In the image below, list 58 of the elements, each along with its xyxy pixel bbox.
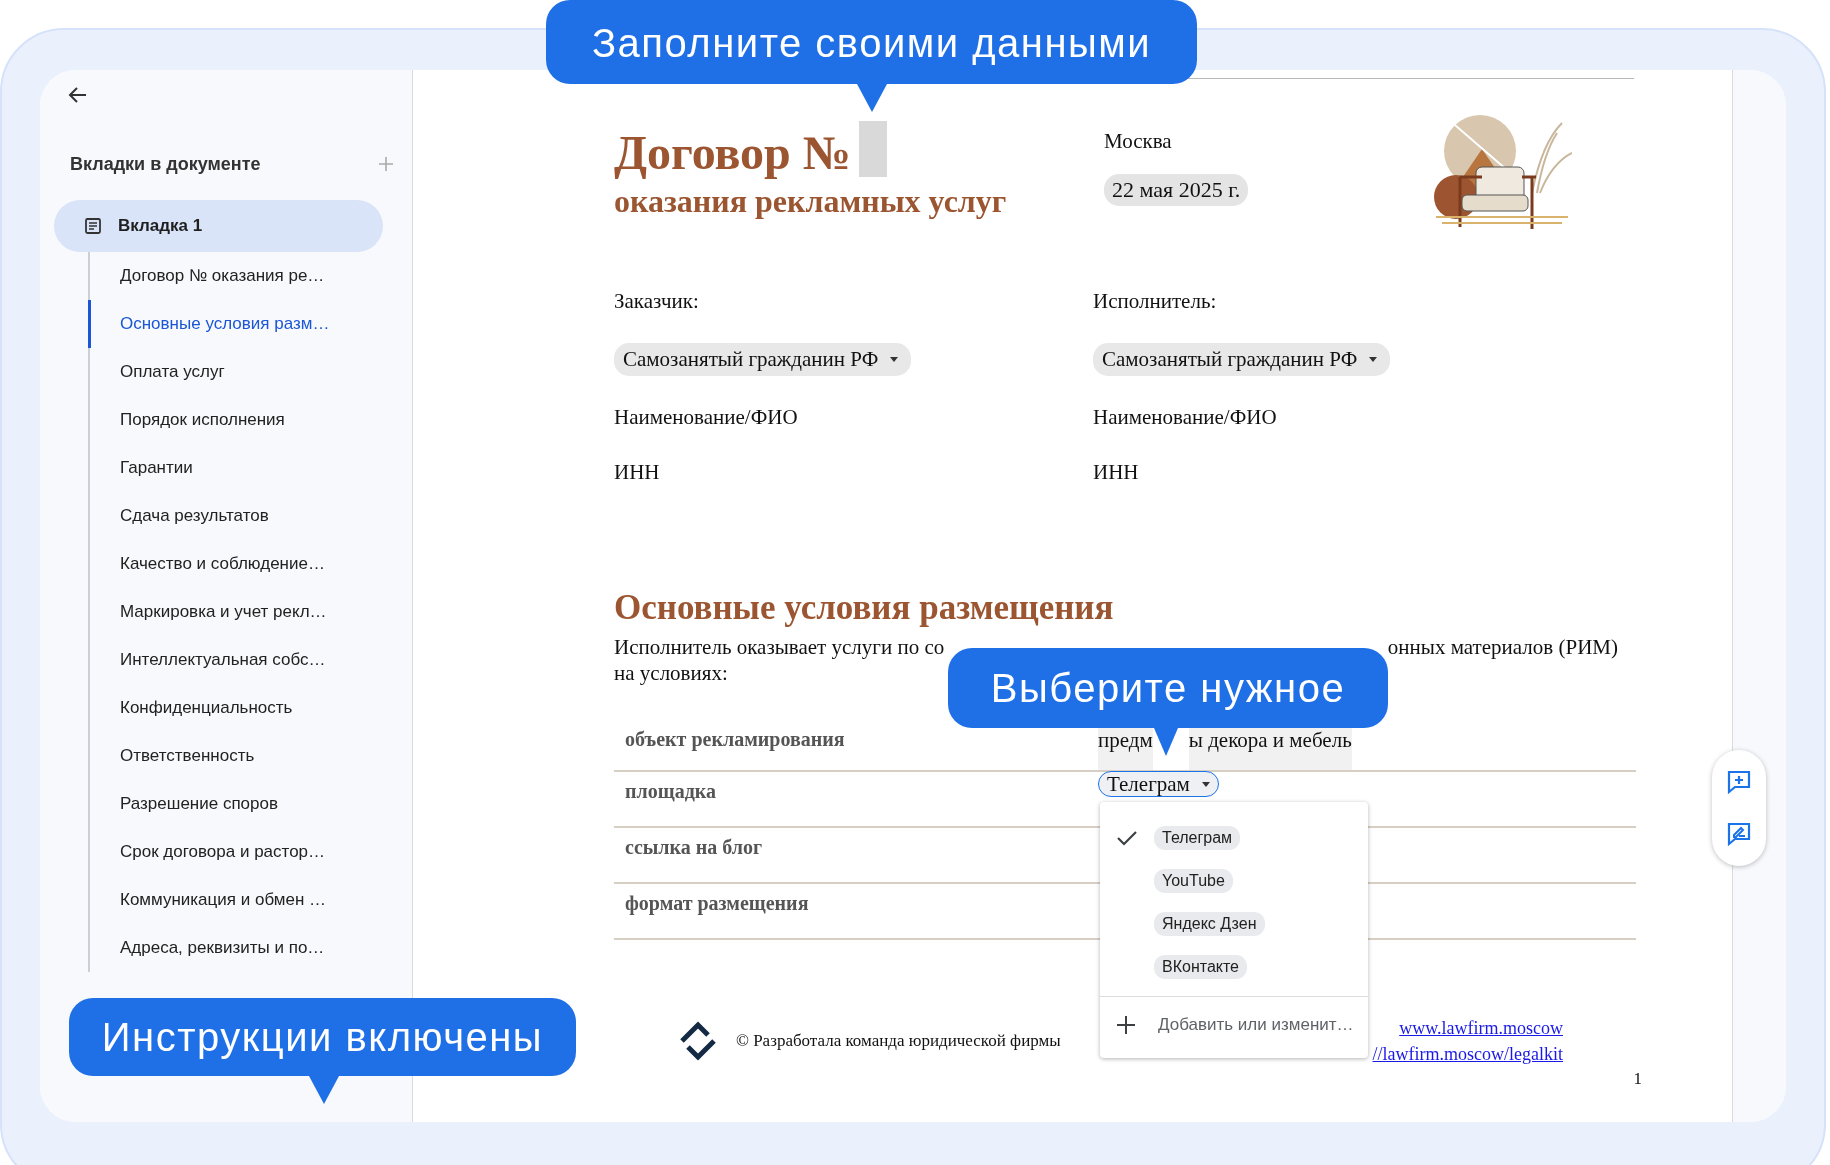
inn-label: ИНН [614, 459, 661, 485]
credit-text: © Разработала команда юридической фирмы [736, 1031, 1061, 1051]
outline-item[interactable]: Адреса, реквизиты и по… [88, 924, 412, 972]
term-label: объект рекламирования [624, 728, 846, 753]
party-role: Исполнитель: [1093, 288, 1218, 314]
menu-option[interactable]: Телеграм [1154, 825, 1241, 850]
platform-dropdown[interactable]: Телеграм [1098, 771, 1219, 797]
outline-item[interactable]: Ответственность [88, 732, 412, 780]
outline-item[interactable]: Разрешение споров [88, 780, 412, 828]
term-label: ссылка на блог [624, 836, 764, 860]
document-tab[interactable]: Вкладка 1 [54, 200, 383, 252]
menu-option[interactable]: Яндекс Дзен [1154, 911, 1265, 936]
add-comment-icon[interactable] [1725, 768, 1753, 796]
term-value: ы декора и мебель [1188, 728, 1352, 770]
section-heading: Основные условия размещения [614, 587, 1115, 629]
outline-item[interactable]: Срок договора и растор… [88, 828, 412, 876]
caret-icon [890, 357, 899, 362]
term-label: формат размещения [624, 892, 810, 917]
city: Москва [1104, 129, 1173, 154]
name-label: Наименование/ФИО [1093, 404, 1278, 430]
edit-icon[interactable] [1725, 820, 1753, 848]
outline-item[interactable]: Договор № оказания ре… [88, 252, 412, 300]
callout: Инструкции включены [69, 998, 576, 1106]
outline-item[interactable]: Интеллектуальная собс… [88, 636, 412, 684]
website-link[interactable]: //lawfirm.moscow/legalkit [1372, 1041, 1563, 1067]
document-icon [84, 217, 102, 235]
menu-option[interactable]: ВКонтакте [1154, 954, 1247, 979]
outline-item[interactable]: Гарантии [88, 444, 412, 492]
document-title: Договор № [614, 125, 851, 181]
outline-item[interactable]: Качество и соблюдение… [88, 540, 412, 588]
paragraph-text: Исполнитель оказывает услуги по со [614, 634, 945, 660]
outline-item[interactable]: Сдача результатов [88, 492, 412, 540]
term-value: предм [1098, 728, 1153, 770]
callout: Заполните своими данными [546, 0, 1197, 114]
party-type-dropdown[interactable]: Самозанятый гражданин РФ [1093, 343, 1391, 376]
add-option-link[interactable]: Добавить или изменит… [1158, 1014, 1354, 1035]
party-type-dropdown[interactable]: Самозанятый гражданин РФ [614, 343, 912, 376]
outline-item[interactable]: Оплата услуг [88, 348, 412, 396]
sidebar-title: Вкладки в документе [70, 153, 261, 175]
document-subtitle: оказания рекламных услуг [614, 182, 1008, 221]
website-link[interactable]: www.lawfirm.moscow [1399, 1015, 1563, 1041]
plus-icon [1116, 1014, 1136, 1035]
outline-item[interactable]: Порядок исполнения [88, 396, 412, 444]
inn-label: ИНН [1093, 459, 1140, 485]
outline-item[interactable]: Коммуникация и обмен … [88, 876, 412, 924]
paragraph-text: на условиях: [614, 660, 729, 686]
caret-icon [1201, 781, 1210, 787]
tab-label: Вкладка 1 [118, 216, 203, 236]
outline-item[interactable]: Маркировка и учет рекл… [88, 588, 412, 636]
party-role: Заказчик: [614, 288, 700, 314]
name-label: Наименование/ФИО [614, 404, 799, 430]
paragraph-text: онных материалов (РИМ) [1387, 634, 1618, 660]
caret-icon [1369, 357, 1378, 362]
term-label: площадка [624, 780, 717, 804]
page-number: 1 [1633, 1069, 1642, 1089]
outline-item[interactable]: Конфиденциальность [88, 684, 412, 732]
menu-option[interactable]: YouTube [1154, 868, 1233, 893]
date-chip[interactable]: 22 мая 2025 г. [1104, 174, 1249, 206]
